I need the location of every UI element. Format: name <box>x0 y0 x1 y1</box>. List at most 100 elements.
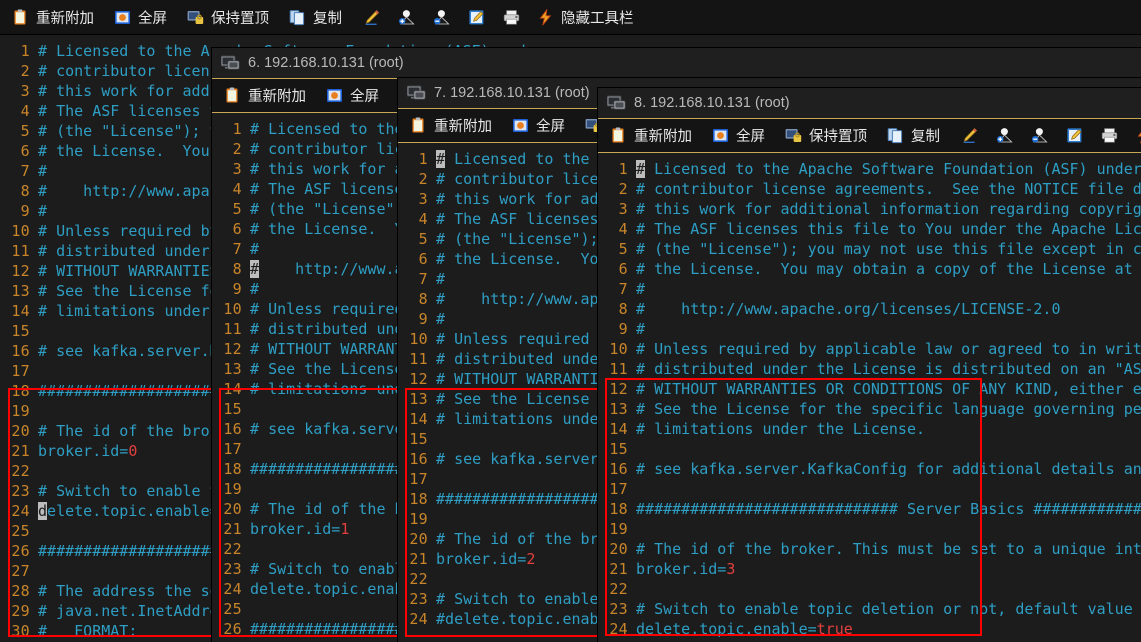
line-number: 16 <box>609 460 628 478</box>
line-number: 5 <box>618 240 628 258</box>
code-line: 20 # The id of the broker. This must be s… <box>602 539 1141 559</box>
line-number: 24 <box>409 610 428 628</box>
toolbar-item-pin-on-top[interactable]: 保持置顶 <box>777 125 879 146</box>
line-number: 2 <box>20 62 30 80</box>
line-number: 12 <box>11 262 30 280</box>
line-number: 12 <box>609 380 628 398</box>
clipboard-icon <box>610 127 627 144</box>
line-content: # <box>436 310 446 328</box>
line-number: 14 <box>609 420 628 438</box>
titlebar-window-8[interactable]: 8. 192.168.10.131 (root) <box>598 88 1141 119</box>
code-line: 11 # distributed under the License is dis… <box>602 359 1141 379</box>
line-number: 16 <box>223 420 242 438</box>
pencil-icon <box>363 9 380 26</box>
clipboard-icon <box>12 9 29 26</box>
line-number: 9 <box>20 202 30 220</box>
line-number: 17 <box>409 470 428 488</box>
toolbar-item-fullscreen[interactable]: 全屏 <box>704 125 777 146</box>
line-content: # <box>636 280 646 298</box>
code-line: 3 # this work for additional information … <box>602 199 1141 219</box>
toolbar-item-printer[interactable] <box>1092 127 1127 144</box>
toolbar-item-remove-user[interactable] <box>424 9 459 26</box>
line-number: 5 <box>418 230 428 248</box>
line-number: 1 <box>618 160 628 178</box>
toolbar-item-pin-on-top[interactable]: 保持置顶 <box>179 7 281 28</box>
toolbar-item-label: 重新附加 <box>36 10 94 27</box>
toolbar-item-pencil[interactable] <box>952 127 987 144</box>
toolbar-item-lightning[interactable]: 隐藏工具栏 <box>1127 125 1141 146</box>
line-number: 18 <box>223 460 242 478</box>
terminal-window-8[interactable]: 8. 192.168.10.131 (root) 重新附加 全屏 保持置顶 复制 隐藏工… <box>598 88 1141 642</box>
copy-icon <box>887 127 904 144</box>
line-number: 18 <box>409 490 428 508</box>
line-number: 3 <box>618 200 628 218</box>
pin-on-top-icon <box>187 9 204 26</box>
code-line: 1 # Licensed to the Apache Software Found… <box>602 159 1141 179</box>
code-line: 18 ############################# Server B… <box>602 499 1141 519</box>
printer-icon <box>1101 127 1118 144</box>
toolbar-item-clipboard[interactable]: 重新附加 <box>402 115 504 136</box>
toolbar-item-fullscreen[interactable]: 全屏 <box>318 85 391 106</box>
toolbar-item-label: 保持置顶 <box>211 10 269 27</box>
toolbar-window-5[interactable]: 重新附加 全屏 保持置顶 复制 隐藏工具栏 <box>0 0 1141 35</box>
line-number: 11 <box>223 320 242 338</box>
titlebar-window-6[interactable]: 6. 192.168.10.131 (root) <box>212 48 1141 79</box>
remove-user-icon <box>1031 127 1048 144</box>
toolbar-item-label: 重新附加 <box>434 119 492 135</box>
line-number: 15 <box>409 430 428 448</box>
code-line: 5 # (the "License"); you may not use this… <box>602 239 1141 259</box>
line-number: 11 <box>11 242 30 260</box>
toolbar-window-8[interactable]: 重新附加 全屏 保持置顶 复制 隐藏工具栏 <box>598 119 1141 153</box>
toolbar-item-label: 全屏 <box>350 89 379 105</box>
toolbar-item-fullscreen[interactable]: 全屏 <box>106 7 179 28</box>
toolbar-item-label: 保持置顶 <box>809 129 867 145</box>
toolbar-item-edit-note[interactable] <box>1057 127 1092 144</box>
line-number: 8 <box>20 182 30 200</box>
line-number: 6 <box>618 260 628 278</box>
line-number: 19 <box>609 520 628 538</box>
fullscreen-icon <box>712 127 729 144</box>
code-line: 15 <box>602 439 1141 459</box>
toolbar-item-printer[interactable] <box>494 9 529 26</box>
code-line: 7 # <box>602 279 1141 299</box>
line-number: 17 <box>609 480 628 498</box>
toolbar-item-remove-user[interactable] <box>1022 127 1057 144</box>
line-number: 17 <box>223 440 242 458</box>
toolbar-item-pencil[interactable] <box>354 9 389 26</box>
line-number: 14 <box>11 302 30 320</box>
toolbar-item-clipboard[interactable]: 重新附加 <box>216 85 318 106</box>
line-number: 4 <box>232 180 242 198</box>
toolbar-item-label: 复制 <box>911 129 940 145</box>
line-number: 23 <box>11 482 30 500</box>
toolbar-item-copy[interactable]: 复制 <box>879 125 952 146</box>
toolbar-item-clipboard[interactable]: 重新附加 <box>602 125 704 146</box>
line-number: 10 <box>11 222 30 240</box>
line-number: 20 <box>223 500 242 518</box>
terminal-text-area-8[interactable]: 1 # Licensed to the Apache Software Found… <box>598 153 1141 642</box>
line-number: 26 <box>223 620 242 638</box>
line-number: 18 <box>609 500 628 518</box>
code-line: 19 <box>602 519 1141 539</box>
toolbar-item-edit-note[interactable] <box>459 9 494 26</box>
toolbar-item-add-user[interactable] <box>389 9 424 26</box>
toolbar-item-clipboard[interactable]: 重新附加 <box>4 7 106 28</box>
line-number: 8 <box>418 290 428 308</box>
toolbar-item-add-user[interactable] <box>987 127 1022 144</box>
line-number: 25 <box>11 522 30 540</box>
line-number: 23 <box>409 590 428 608</box>
line-content: # WITHOUT WARRANTIES OR CONDITIONS OF AN… <box>636 380 1141 398</box>
line-content: # this work for additional information r… <box>636 200 1141 218</box>
line-number: 13 <box>223 360 242 378</box>
line-number: 24 <box>609 620 628 638</box>
line-content: # <box>636 320 646 338</box>
line-number: 6 <box>418 250 428 268</box>
line-number: 4 <box>20 102 30 120</box>
line-number: 6 <box>20 142 30 160</box>
toolbar-item-lightning[interactable]: 隐藏工具栏 <box>529 7 646 28</box>
toolbar-item-fullscreen[interactable]: 全屏 <box>504 115 577 136</box>
line-number: 17 <box>11 362 30 380</box>
edit-note-icon <box>468 9 485 26</box>
line-content: # The ASF licenses this file to You unde… <box>636 220 1141 238</box>
toolbar-item-copy[interactable]: 复制 <box>281 7 354 28</box>
toolbar-item-label: 全屏 <box>536 119 565 135</box>
